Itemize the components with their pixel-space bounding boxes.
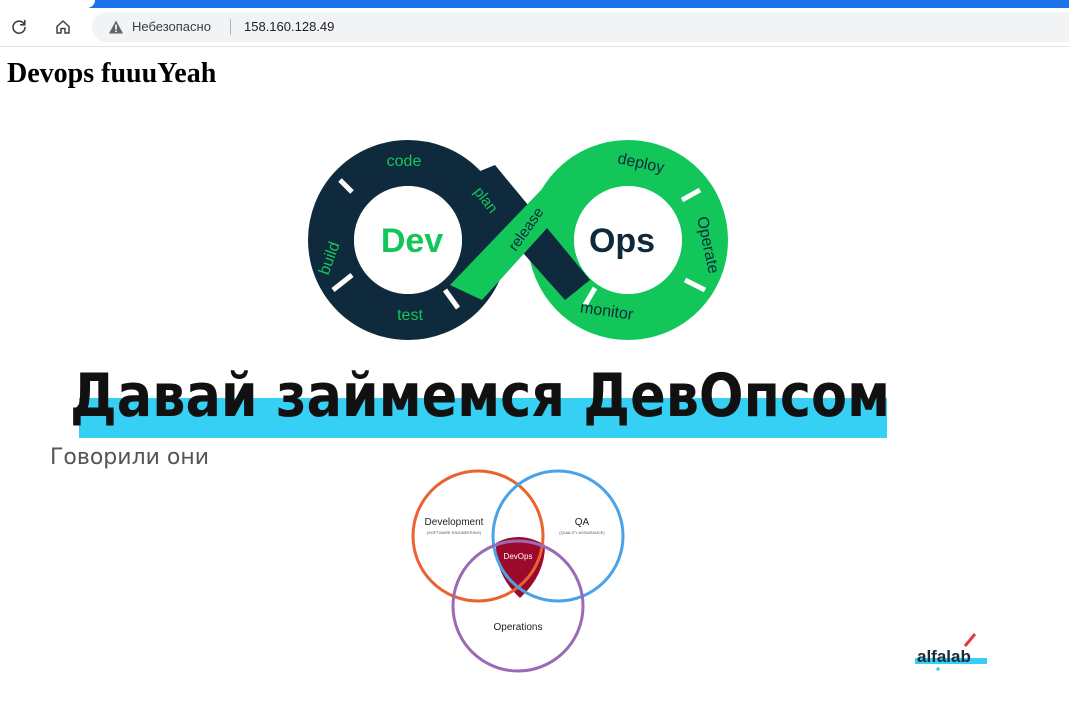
dev-label: Dev (381, 222, 443, 260)
venn-circle-development (411, 469, 545, 603)
address-bar[interactable]: Небезопасно 158.160.128.49 (92, 12, 1069, 42)
page-heading: Devops fuuuYeah (7, 58, 217, 89)
home-button[interactable] (51, 15, 75, 39)
active-tab-corner[interactable] (0, 0, 95, 8)
url-text[interactable]: 158.160.128.49 (244, 19, 334, 35)
reload-button[interactable] (7, 15, 31, 39)
venn-qa-sub: (QUALITY ASSURANCE) (559, 530, 605, 535)
venn-qa-label: QA (575, 517, 590, 528)
browser-toolbar: Небезопасно 158.160.128.49 (0, 8, 1069, 47)
alfalab-logo: alfalab (915, 633, 987, 671)
venn-circle-qa (491, 469, 625, 603)
code-label: code (387, 153, 422, 170)
alfalab-logo-text: alfalab (917, 647, 971, 666)
ops-label: Ops (589, 222, 655, 260)
reload-icon (12, 19, 26, 34)
venn-operations-label: Operations (494, 622, 543, 633)
venn-development-label: Development (425, 517, 484, 528)
devops-infinity-logo: Dev Ops code build test plan release dep… (308, 140, 728, 340)
banner-title: Давай займемся ДевОпсом (70, 361, 890, 431)
security-status-label[interactable]: Небезопасно (132, 19, 211, 35)
home-icon (56, 20, 70, 34)
test-label: test (397, 307, 423, 324)
browser-top-strip (0, 0, 1069, 8)
banner-subtitle: Говорили они (50, 445, 209, 470)
venn-center-label: DevOps (504, 552, 533, 561)
warning-icon[interactable] (108, 19, 124, 35)
venn-diagram: Development (SOFTWARE ENGINEERING) QA (Q… (411, 469, 625, 673)
venn-development-sub: (SOFTWARE ENGINEERING) (427, 530, 482, 535)
devops-banner-image: Dev Ops code build test plan release dep… (50, 140, 987, 673)
address-separator (230, 19, 231, 35)
